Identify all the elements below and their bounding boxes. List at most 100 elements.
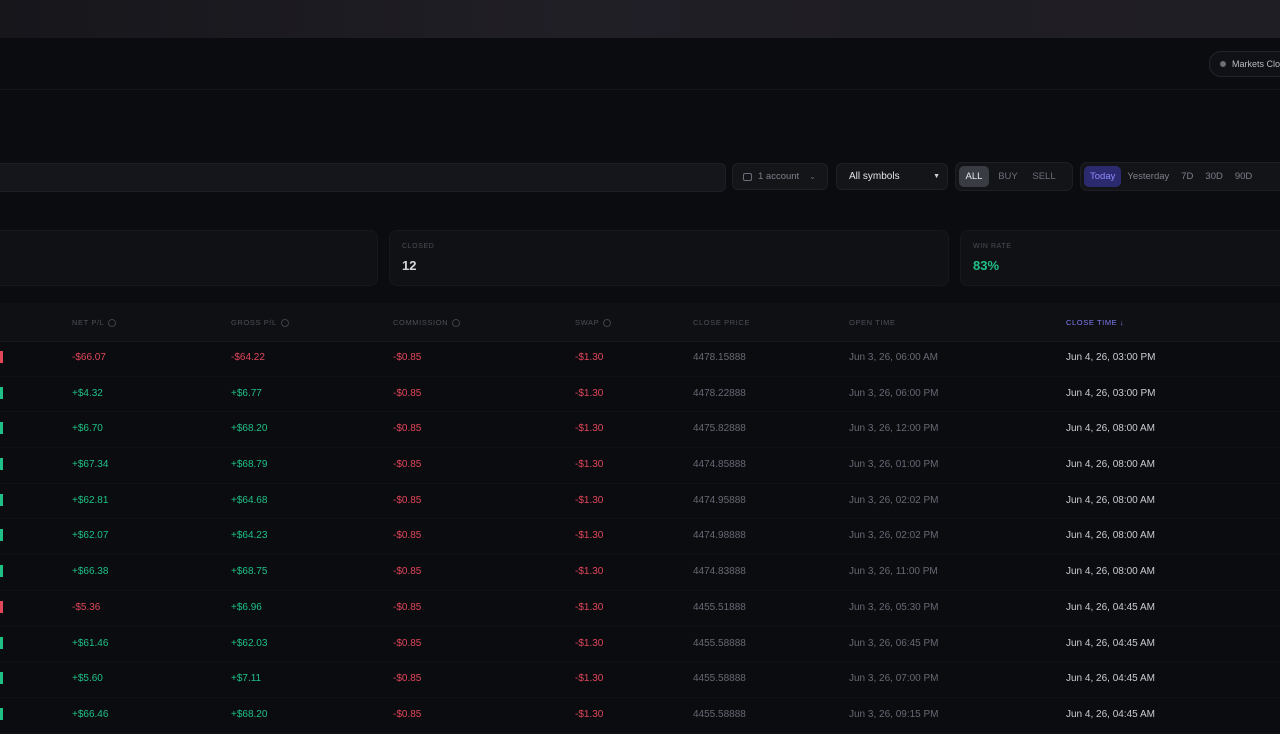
cell-close-time: Jun 4, 26, 08:00 AM — [1066, 423, 1155, 435]
cell-open-time: Jun 3, 26, 11:00 PM — [849, 566, 938, 578]
cell-open-time: Jun 3, 26, 12:00 PM — [849, 423, 939, 435]
table-row[interactable]: -$5.36 +$6.96 -$0.85 -$1.30 4455.51888 Jun 3,… — [0, 591, 1280, 627]
stat-card-first — [0, 230, 378, 286]
cell-open-time: Jun 3, 26, 06:00 AM — [849, 352, 938, 363]
cell-commission: -$0.85 — [393, 530, 422, 542]
cell-commission: -$0.85 — [393, 708, 422, 720]
cell-commission: -$0.85 — [393, 637, 422, 649]
cell-swap: -$1.30 — [575, 708, 604, 720]
side-filter-sell[interactable]: SELL — [1027, 166, 1061, 187]
table-row[interactable]: +$6.70 +$68.20 -$0.85 -$1.30 4475.82888 Jun 3… — [0, 412, 1280, 449]
cell-close-time: Jun 4, 26, 08:00 AM — [1066, 566, 1155, 578]
info-icon — [108, 318, 117, 327]
cell-close-price: 4478.22888 — [693, 387, 746, 399]
cell-gross-pl: +$68.75 — [231, 566, 268, 578]
cell-swap: -$1.30 — [575, 423, 604, 435]
market-status-badge[interactable]: Markets Clo — [1209, 51, 1280, 77]
cell-swap: -$1.30 — [575, 530, 604, 542]
stat-card-closed: CLOSED 12 — [389, 230, 949, 286]
chevron-down-icon: ⌄ — [809, 172, 816, 181]
col-open-time-label: OPEN TIME — [849, 318, 896, 327]
row-side-marker — [0, 636, 3, 649]
cell-close-price: 4475.82888 — [693, 423, 746, 435]
cell-close-price: 4474.83888 — [693, 566, 746, 578]
range-90d[interactable]: 90D — [1229, 166, 1258, 187]
info-icon — [452, 318, 461, 327]
row-side-marker — [0, 707, 3, 720]
row-side-marker — [0, 672, 3, 685]
filter-bar: 1 account ⌄ All symbols ▼ ALL BUY SELL T… — [0, 162, 1280, 192]
cell-open-time: Jun 3, 26, 05:30 PM — [849, 601, 939, 613]
table-row[interactable]: +$4.32 +$6.77 -$0.85 -$1.30 4478.22888 Jun 3,… — [0, 377, 1280, 413]
col-net-pl[interactable]: NET P/L — [72, 318, 117, 327]
stat-closed-label: CLOSED — [402, 243, 435, 250]
table-row[interactable]: +$62.07 +$64.23 -$0.85 -$1.30 4474.98888 Jun … — [0, 519, 1280, 556]
cell-net-pl: +$66.46 — [72, 708, 109, 720]
cell-close-time: Jun 4, 26, 04:45 AM — [1066, 601, 1155, 613]
range-7d[interactable]: 7D — [1175, 166, 1199, 187]
cell-gross-pl: +$68.20 — [231, 423, 268, 435]
cell-swap: -$1.30 — [575, 601, 604, 613]
row-side-marker — [0, 386, 3, 399]
row-side-marker — [0, 565, 3, 578]
search-input[interactable] — [0, 163, 726, 192]
cell-open-time: Jun 3, 26, 06:45 PM — [849, 637, 939, 649]
col-close-time[interactable]: CLOSE TIME ↓ — [1066, 318, 1124, 327]
window-top-band — [0, 0, 1280, 38]
cell-commission: -$0.85 — [393, 352, 422, 363]
cell-close-price: 4455.51888 — [693, 601, 746, 613]
cell-commission: -$0.85 — [393, 601, 422, 613]
col-swap[interactable]: SWAP — [575, 318, 612, 327]
info-icon — [280, 318, 289, 327]
cell-gross-pl: +$64.68 — [231, 494, 268, 506]
range-30d[interactable]: 30D — [1199, 166, 1228, 187]
cell-close-price: 4474.85888 — [693, 459, 746, 471]
cell-close-time: Jun 4, 26, 08:00 AM — [1066, 494, 1155, 506]
cell-commission: -$0.85 — [393, 566, 422, 578]
range-yesterday[interactable]: Yesterday — [1121, 166, 1175, 187]
row-side-marker — [0, 493, 3, 506]
cell-gross-pl: +$6.77 — [231, 387, 262, 399]
table-row[interactable]: +$61.46 +$62.03 -$0.85 -$1.30 4455.58888 Jun … — [0, 627, 1280, 663]
cell-commission: -$0.85 — [393, 387, 422, 399]
col-commission[interactable]: COMMISSION — [393, 318, 461, 327]
col-gross-pl[interactable]: GROSS P/L — [231, 318, 289, 327]
cell-gross-pl: +$64.23 — [231, 530, 268, 542]
range-today[interactable]: Today — [1084, 166, 1122, 187]
account-selector[interactable]: 1 account ⌄ — [732, 163, 828, 190]
table-row[interactable]: +$67.34 +$68.79 -$0.85 -$1.30 4474.85888 Jun … — [0, 448, 1280, 484]
table-row[interactable]: +$66.38 +$68.75 -$0.85 -$1.30 4474.83888 Jun … — [0, 555, 1280, 591]
table-row[interactable]: +$62.81 +$64.68 -$0.85 -$1.30 4474.95888 Jun … — [0, 484, 1280, 520]
col-close-price[interactable]: CLOSE PRICE — [693, 318, 750, 327]
date-range-filter: Today Yesterday 7D 30D 90D — [1080, 162, 1280, 191]
col-net-pl-label: NET P/L — [72, 318, 105, 327]
cell-net-pl: +$62.07 — [72, 530, 109, 542]
cell-close-price: 4455.58888 — [693, 637, 746, 649]
cell-gross-pl: +$62.03 — [231, 637, 268, 649]
table-row[interactable]: +$66.46 +$68.20 -$0.85 -$1.30 4455.58888 Jun … — [0, 698, 1280, 734]
cell-gross-pl: +$68.79 — [231, 459, 268, 471]
cell-net-pl: -$5.36 — [72, 601, 101, 613]
cell-commission: -$0.85 — [393, 459, 422, 471]
cell-swap: -$1.30 — [575, 566, 604, 578]
side-filter-buy[interactable]: BUY — [991, 166, 1025, 187]
cell-swap: -$1.30 — [575, 673, 604, 685]
table-row[interactable]: +$5.60 +$7.11 -$0.85 -$1.30 4455.58888 Jun 3,… — [0, 662, 1280, 698]
col-swap-label: SWAP — [575, 318, 600, 327]
table-row[interactable]: -$66.07 -$64.22 -$0.85 -$1.30 4478.15888 Jun … — [0, 341, 1280, 377]
cell-net-pl: +$5.60 — [72, 673, 103, 685]
row-side-marker — [0, 458, 3, 471]
cell-swap: -$1.30 — [575, 387, 604, 399]
cell-commission: -$0.85 — [393, 673, 422, 685]
side-filter-all[interactable]: ALL — [959, 166, 989, 187]
cell-open-time: Jun 3, 26, 06:00 PM — [849, 387, 939, 399]
market-status-label: Markets Clo — [1232, 59, 1280, 69]
cell-close-time: Jun 4, 26, 08:00 AM — [1066, 459, 1155, 471]
status-dot-icon — [1220, 61, 1226, 67]
cell-open-time: Jun 3, 26, 02:02 PM — [849, 494, 939, 506]
table-header: NET P/L GROSS P/L COMMISSION SWAP CLOSE … — [0, 303, 1280, 342]
cell-net-pl: +$62.81 — [72, 494, 109, 506]
col-open-time[interactable]: OPEN TIME — [849, 318, 896, 327]
symbol-select[interactable]: All symbols ▼ — [836, 163, 948, 190]
cell-gross-pl: -$64.22 — [231, 352, 265, 363]
